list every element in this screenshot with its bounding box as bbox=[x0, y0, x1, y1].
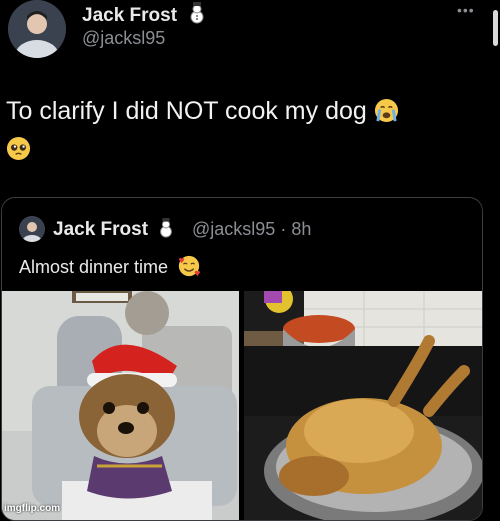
quoted-time[interactable]: 8h bbox=[291, 219, 311, 239]
tweet-text: To clarify I did NOT cook my dog bbox=[6, 92, 491, 168]
dog-photo[interactable] bbox=[2, 291, 239, 520]
quoted-handle-time: @jacksl95 · 8h bbox=[192, 219, 311, 240]
imgflip-watermark: imgflip.com bbox=[4, 503, 61, 514]
snowman-emoji-icon bbox=[160, 218, 173, 238]
quoted-author-avatar[interactable] bbox=[19, 216, 45, 242]
roast-chicken-photo[interactable] bbox=[244, 291, 482, 520]
quoted-author-name[interactable]: Jack Frost bbox=[53, 218, 176, 241]
quoted-tweet-text: Almost dinner time bbox=[19, 254, 201, 278]
quoted-tweet-card[interactable]: Jack Frost @jacksl95 · 8h Almost dinner … bbox=[1, 197, 483, 521]
author-handle[interactable]: @jacksl95 bbox=[82, 28, 165, 49]
author-name[interactable]: Jack Frost bbox=[82, 2, 208, 27]
smiling-face-with-hearts-icon bbox=[178, 255, 201, 277]
author-avatar[interactable] bbox=[8, 0, 66, 58]
quoted-tweet-text-content: Almost dinner time bbox=[19, 257, 169, 277]
tweet-text-content: To clarify I did NOT cook my dog bbox=[6, 97, 367, 125]
crying-face-icon bbox=[374, 98, 398, 123]
quoted-author-handle[interactable]: @jacksl95 bbox=[192, 219, 275, 239]
separator-dot: · bbox=[280, 219, 292, 239]
snowman-emoji-icon bbox=[190, 2, 204, 24]
more-icon[interactable]: ••• bbox=[457, 2, 475, 18]
pleading-face-icon bbox=[6, 136, 31, 161]
scrollbar[interactable] bbox=[493, 10, 498, 46]
